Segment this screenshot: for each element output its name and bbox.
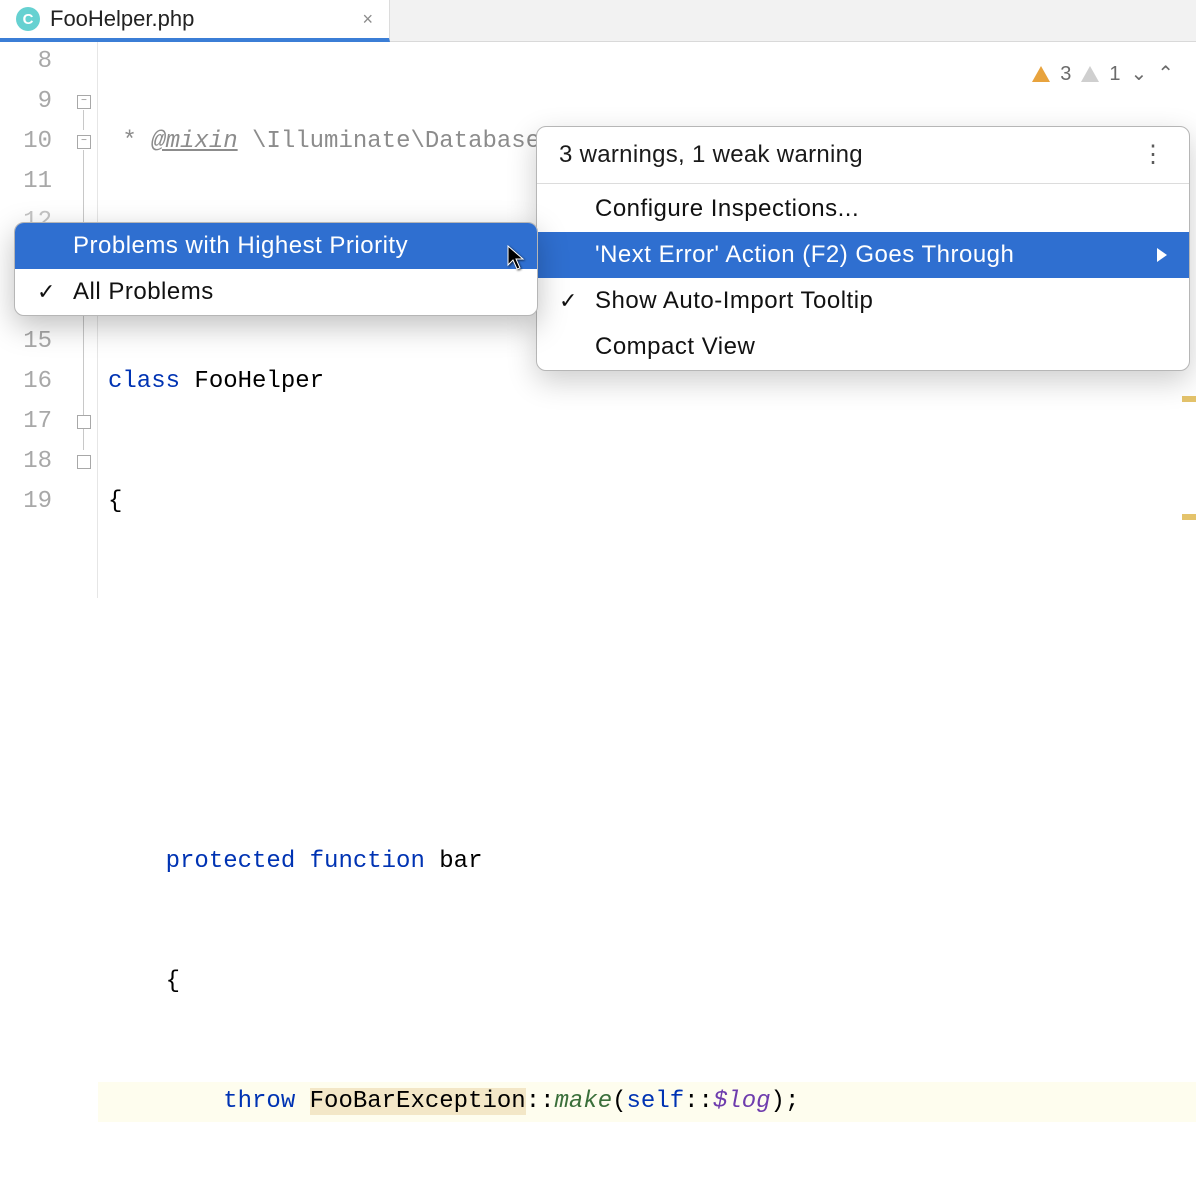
menu-item-next-error-action[interactable]: 'Next Error' Action (F2) Goes Through [537, 232, 1189, 278]
fold-line [83, 110, 84, 130]
fold-toggle-icon[interactable] [77, 135, 91, 149]
tabbar-space [390, 0, 1196, 42]
menu-item-label: Show Auto-Import Tooltip [595, 287, 873, 315]
more-options-icon[interactable]: ⋮ [1141, 152, 1167, 158]
menu-item-label: Configure Inspections... [595, 195, 859, 223]
submenu-item-highest-priority[interactable]: Problems with Highest Priority [15, 223, 537, 269]
submenu-arrow-icon [1157, 248, 1167, 262]
menu-item-label: All Problems [73, 278, 214, 306]
editor-tab-active[interactable]: C FooHelper.php × [0, 0, 390, 42]
code-line [98, 602, 1196, 642]
line-number: 10 [0, 122, 52, 162]
line-number-gutter: 8 9 10 11 12 13 14 15 16 17 18 19 [0, 42, 72, 598]
code-line: { [98, 482, 1196, 522]
stripe-mark-warning[interactable] [1182, 514, 1196, 520]
fold-gutter [72, 42, 98, 598]
fold-toggle-icon[interactable] [77, 95, 91, 109]
menu-item-compact-view[interactable]: Compact View [537, 324, 1189, 370]
chevron-down-icon[interactable]: ⌄ [1130, 54, 1147, 94]
line-number: 17 [0, 402, 52, 442]
weak-warning-triangle-icon [1081, 66, 1099, 82]
code-line: protected function bar [98, 842, 1196, 882]
checkmark-icon: ✓ [559, 288, 578, 314]
line-number: 9 [0, 82, 52, 122]
tab-filename: FooHelper.php [50, 6, 194, 32]
problems-popup: 3 warnings, 1 weak warning ⋮ Configure I… [536, 126, 1190, 371]
checkmark-icon: ✓ [37, 279, 56, 305]
line-number: 16 [0, 362, 52, 402]
menu-item-label: 'Next Error' Action (F2) Goes Through [595, 241, 1014, 269]
chevron-up-icon[interactable]: ⌃ [1157, 54, 1174, 94]
problems-summary-text: 3 warnings, 1 weak warning [559, 141, 863, 169]
line-number: 19 [0, 482, 52, 522]
code-line: { [98, 962, 1196, 1002]
menu-item-show-auto-import[interactable]: ✓ Show Auto-Import Tooltip [537, 278, 1189, 324]
warning-count: 3 [1060, 54, 1071, 94]
line-number: 15 [0, 322, 52, 362]
code-line [98, 722, 1196, 762]
warning-triangle-icon [1032, 66, 1050, 82]
menu-item-label: Compact View [595, 333, 755, 361]
inspections-widget[interactable]: 3 1 ⌄ ⌃ [1032, 54, 1174, 94]
close-tab-icon[interactable]: × [362, 9, 373, 30]
code-line: throw FooBarException::make(self::$log); [98, 1082, 1196, 1122]
line-number: 8 [0, 42, 52, 82]
problems-popup-header: 3 warnings, 1 weak warning ⋮ [537, 127, 1189, 181]
menu-item-label: Problems with Highest Priority [73, 232, 408, 260]
fold-end-icon [77, 415, 91, 429]
submenu-item-all-problems[interactable]: ✓ All Problems [15, 269, 537, 315]
fold-end-icon [77, 455, 91, 469]
class-file-icon: C [16, 7, 40, 31]
weak-warning-count: 1 [1109, 54, 1120, 94]
editor-tabbar: C FooHelper.php × [0, 0, 1196, 42]
menu-item-configure-inspections[interactable]: Configure Inspections... [537, 186, 1189, 232]
next-error-submenu: Problems with Highest Priority ✓ All Pro… [14, 222, 538, 316]
stripe-mark-warning[interactable] [1182, 396, 1196, 402]
line-number: 18 [0, 442, 52, 482]
line-number: 11 [0, 162, 52, 202]
divider [537, 183, 1189, 184]
